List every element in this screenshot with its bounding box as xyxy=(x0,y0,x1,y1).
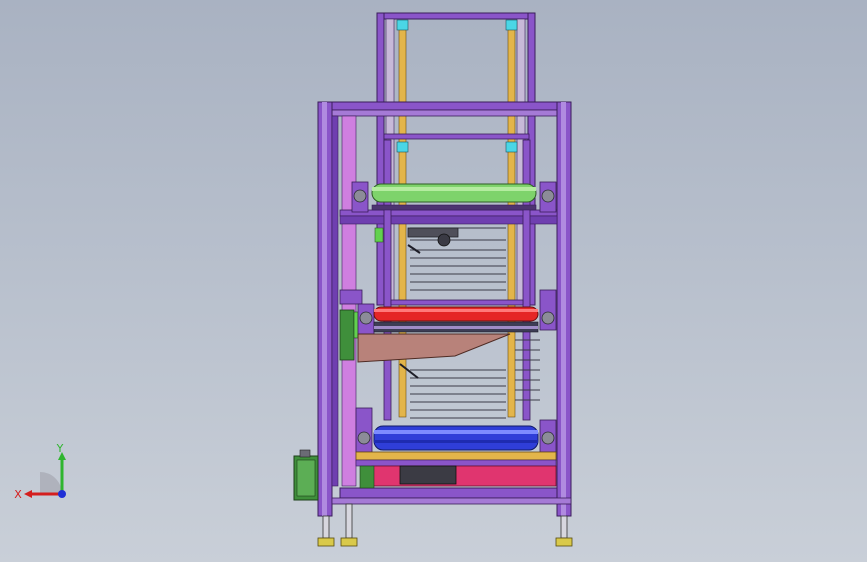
cad-viewport[interactable]: Y X xyxy=(0,0,867,562)
x-axis-label: X xyxy=(14,488,22,501)
base-section xyxy=(355,451,557,489)
axis-triad: Y X xyxy=(14,442,66,501)
leveling-feet xyxy=(317,503,573,547)
motor-box[interactable] xyxy=(293,449,319,501)
discharge-tray xyxy=(357,333,511,379)
top-roller-assembly[interactable] xyxy=(351,181,557,213)
y-axis-label: Y xyxy=(56,442,64,455)
conveyor-lift-model[interactable] xyxy=(0,0,867,562)
